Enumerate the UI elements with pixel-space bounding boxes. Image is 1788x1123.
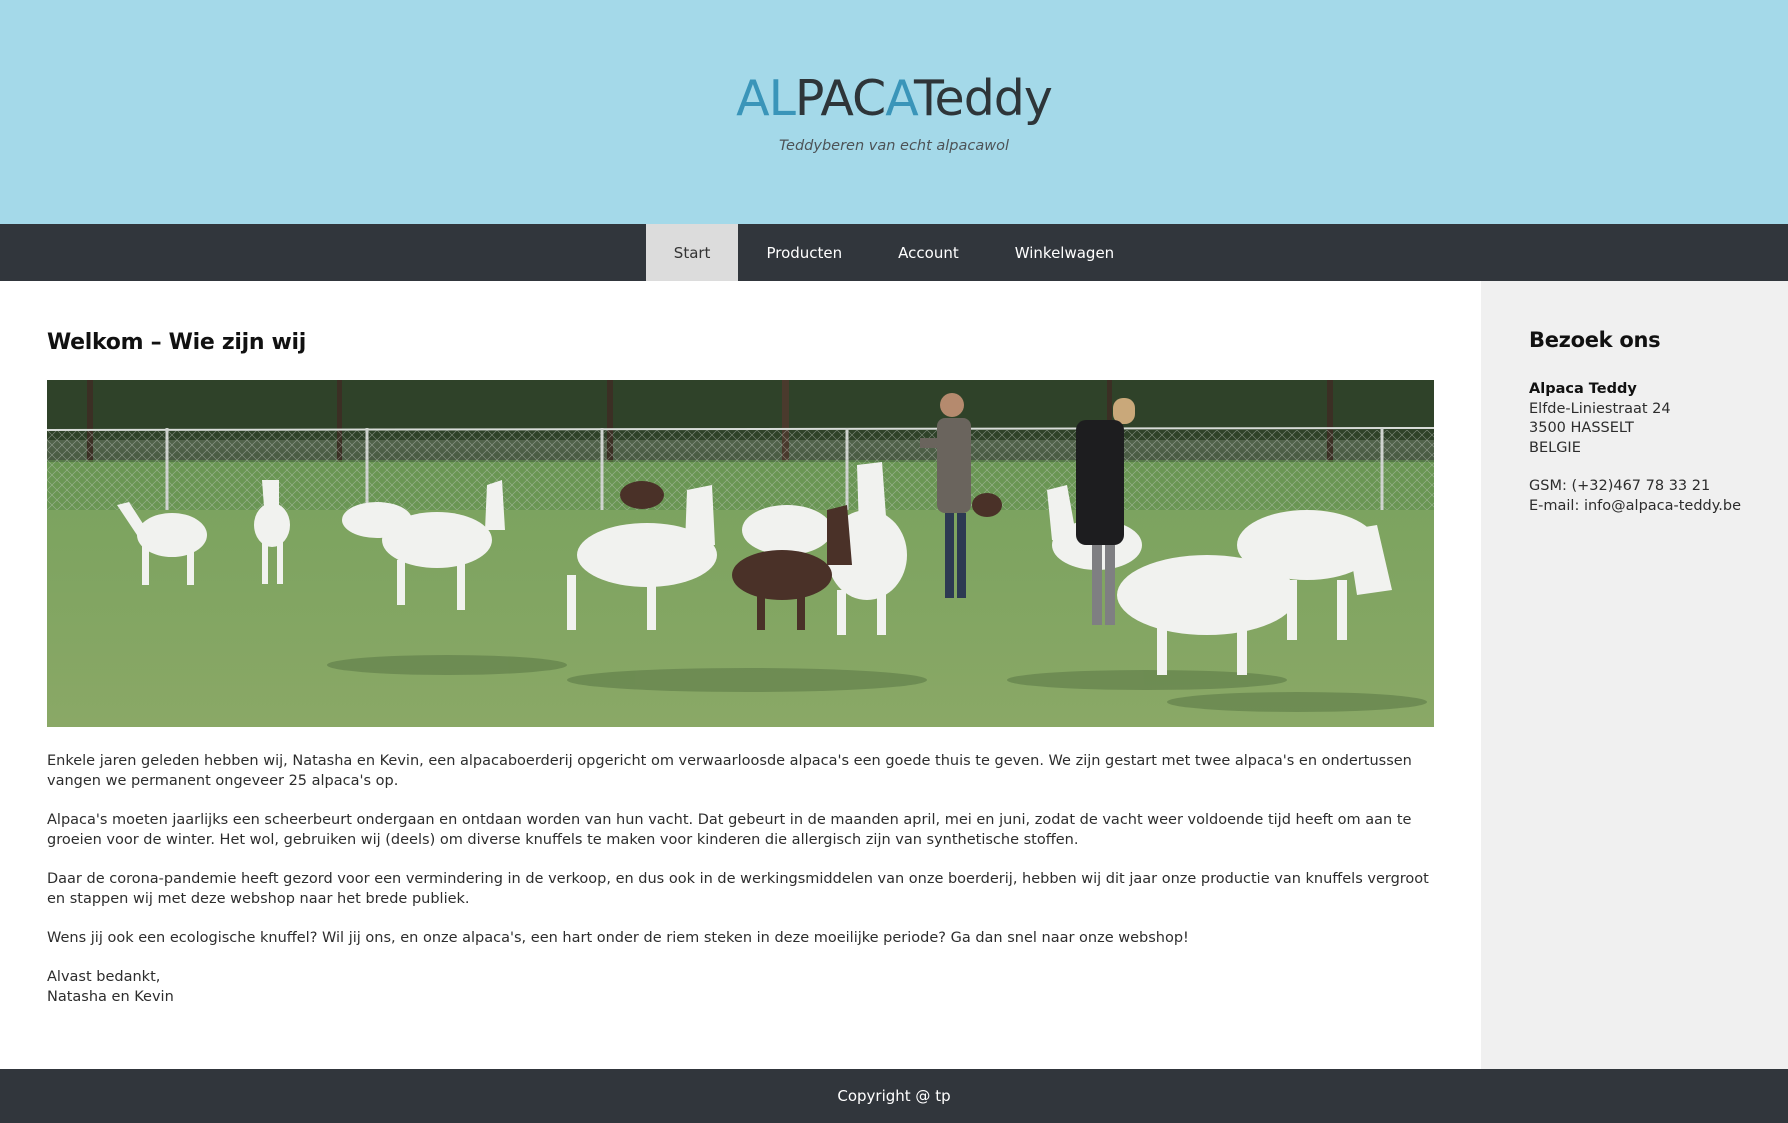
- email-address[interactable]: E-mail: info@alpaca-teddy.be: [1529, 497, 1741, 517]
- copyright-text: Copyright @ tp: [837, 1087, 951, 1105]
- logo-part-al: AL: [736, 70, 796, 127]
- logo-part-pac: PAC: [794, 70, 886, 127]
- intro-paragraph: Wens jij ook een ecologische knuffel? Wi…: [47, 930, 1189, 946]
- closing-line: Alvast bedankt,: [47, 969, 161, 985]
- nav-item-start[interactable]: Start: [645, 224, 739, 281]
- city: 3500 HASSELT: [1529, 420, 1634, 436]
- page: ALPACATeddy Teddyberen van echt alpacawo…: [0, 0, 1788, 1123]
- fence: [47, 430, 1434, 510]
- intro-text: Enkele jaren geleden hebben wij, Natasha…: [47, 751, 1437, 1026]
- intro-paragraph: Daar de corona-pandemie heeft gezord voo…: [47, 871, 1429, 907]
- sidebar: Bezoek ons Alpaca Teddy Elfde-Liniestraa…: [1481, 281, 1788, 1069]
- street-address: Elfde-Liniestraat 24: [1529, 400, 1671, 417]
- country: BELGIE: [1529, 439, 1581, 456]
- sidebar-title: Bezoek ons: [1529, 328, 1661, 352]
- main-content: Welkom – Wie zijn wij Enkele jaren geled…: [0, 281, 1481, 1069]
- main-nav: Start Producten Account Winkelwagen: [0, 224, 1788, 281]
- logo-part-a: A: [885, 70, 915, 127]
- phone-number: GSM: (+32)467 78 33 21: [1529, 478, 1711, 494]
- nav-item-winkelwagen[interactable]: Winkelwagen: [987, 224, 1142, 281]
- site-logo[interactable]: ALPACATeddy: [0, 68, 1788, 130]
- site-header: ALPACATeddy Teddyberen van echt alpacawo…: [0, 0, 1788, 224]
- site-footer: Copyright @ tp: [0, 1069, 1788, 1123]
- intro-paragraph: Alpaca's moeten jaarlijks een scheerbeur…: [47, 812, 1412, 848]
- site-tagline: Teddyberen van echt alpacawol: [778, 138, 1010, 154]
- logo-part-teddy: Teddy: [913, 70, 1053, 127]
- nav-item-account[interactable]: Account: [870, 224, 987, 281]
- contact-address: Alpaca Teddy Elfde-Liniestraat 24 3500 H…: [1529, 380, 1741, 516]
- nav-item-producten[interactable]: Producten: [738, 224, 870, 281]
- alpaca-farm-photo: [47, 380, 1434, 727]
- business-name: Alpaca Teddy: [1529, 381, 1637, 397]
- closing: Alvast bedankt, Natasha en Kevin: [47, 967, 1437, 1007]
- page-title: Welkom – Wie zijn wij: [47, 330, 307, 355]
- signature: Natasha en Kevin: [47, 989, 174, 1005]
- intro-paragraph: Enkele jaren geleden hebben wij, Natasha…: [47, 753, 1412, 789]
